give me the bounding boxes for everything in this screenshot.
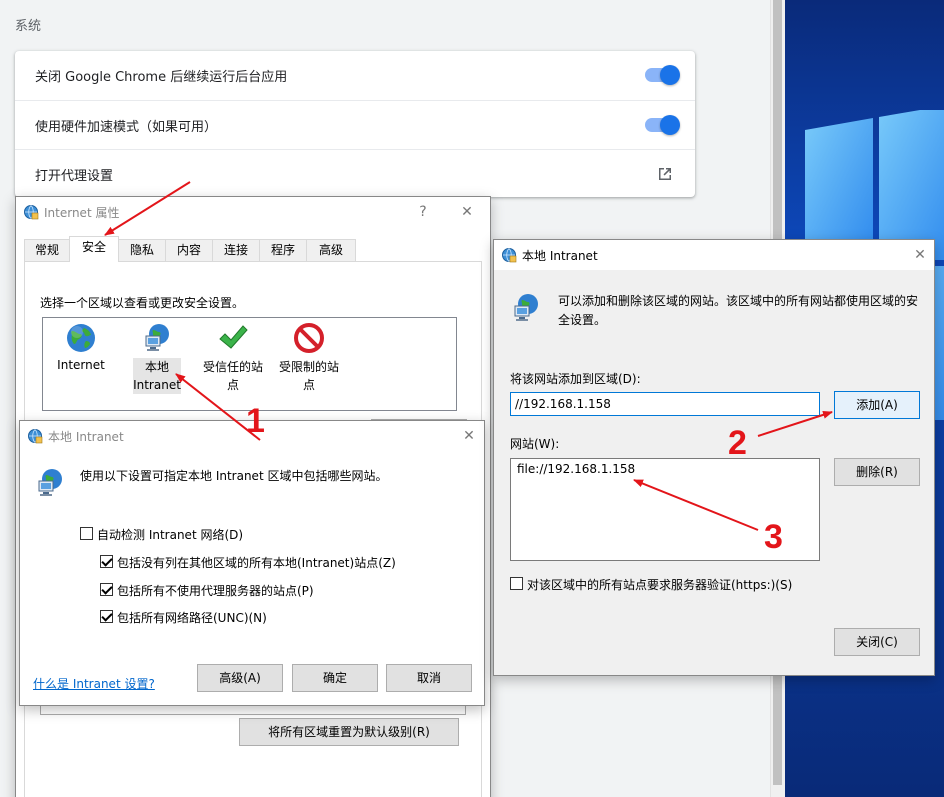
step-number-1: 1	[246, 402, 265, 440]
local-intranet-settings-dialog: 本地 Intranet ✕ 使用以下设置可指定本地 Intranet 区域中包括…	[19, 420, 485, 706]
zone-restricted-sites[interactable]: 受限制的站点	[271, 322, 347, 394]
include-local-sites-checkbox[interactable]	[100, 555, 113, 568]
zone-label: 受信任的站点	[202, 360, 263, 392]
toggle-knob	[660, 65, 680, 85]
add-site-label: 将该网站添加到区域(D):	[510, 372, 641, 386]
checkbox-label: 对该区域中的所有站点要求服务器验证(https:)(S)	[527, 578, 793, 592]
globe-icon	[67, 324, 95, 352]
intranet-icon	[38, 469, 62, 496]
checkbox-label: 包括所有不使用代理服务器的站点(P)	[117, 584, 314, 598]
zone-local-intranet[interactable]: 本地 Intranet	[119, 322, 195, 394]
external-link-icon[interactable]	[656, 165, 674, 183]
checkbox-label: 包括没有列在其他区域的所有本地(Intranet)站点(Z)	[117, 556, 396, 570]
intranet-help-link[interactable]: 什么是 Intranet 设置?	[33, 675, 155, 692]
background-apps-toggle[interactable]	[645, 65, 680, 85]
add-site-input[interactable]: //192.168.1.158	[510, 392, 820, 416]
internet-options-icon	[24, 205, 39, 220]
checkbox-label: 包括所有网络路径(UNC)(N)	[117, 611, 267, 625]
zone-label: 受限制的站点	[278, 360, 339, 392]
dialog-title: 本地 Intranet	[522, 249, 598, 263]
tab-content[interactable]: 内容	[165, 239, 213, 261]
reset-all-zones-button[interactable]: 将所有区域重置为默认级别(R)	[239, 718, 459, 746]
hardware-acceleration-toggle[interactable]	[645, 115, 680, 135]
local-intranet-sites-dialog: 本地 Intranet ✕ 可以添加和删除该区域的网站。该区域中的所有网站都使用…	[493, 239, 935, 676]
step-number-3: 3	[764, 518, 783, 556]
toggle-knob	[660, 115, 680, 135]
step-number-2: 2	[728, 424, 747, 462]
section-title: 系统	[15, 19, 42, 34]
remove-site-button[interactable]: 删除(R)	[834, 458, 920, 486]
ok-button[interactable]: 确定	[292, 664, 378, 692]
tab-security[interactable]: 安全	[69, 236, 119, 262]
include-bypass-proxy-checkbox[interactable]	[100, 583, 113, 596]
help-button[interactable]: ?	[413, 202, 433, 222]
zone-list: Internet 本地 Intranet 受信任的站点 受限制的站点	[42, 317, 457, 411]
advanced-button[interactable]: 高级(A)	[197, 664, 283, 692]
require-https-checkbox[interactable]	[510, 577, 523, 590]
checkmark-icon	[219, 325, 248, 349]
tab-connections[interactable]: 连接	[212, 239, 260, 261]
cancel-button[interactable]: 取消	[386, 664, 472, 692]
include-unc-paths-checkbox[interactable]	[100, 610, 113, 623]
tab-privacy[interactable]: 隐私	[118, 239, 166, 261]
dialog-title: Internet 属性	[44, 206, 120, 220]
setting-row-proxy[interactable]: 打开代理设置	[15, 149, 695, 198]
sites-label: 网站(W):	[510, 437, 560, 451]
close-dialog-button[interactable]: 关闭(C)	[834, 628, 920, 656]
setting-row-hardware-acceleration[interactable]: 使用硬件加速模式（如果可用）	[15, 100, 695, 149]
internet-options-icon	[28, 429, 43, 444]
dialog-description: 使用以下设置可指定本地 Intranet 区域中包括哪些网站。	[80, 469, 388, 483]
auto-detect-checkbox[interactable]	[80, 527, 93, 540]
titlebar: Internet 属性 ? ✕	[16, 197, 490, 227]
dialog-description: 可以添加和删除该区域的网站。该区域中的所有网站都使用区域的安全设置。	[558, 294, 919, 327]
tab-advanced[interactable]: 高级	[306, 239, 356, 261]
site-item[interactable]: file://192.168.1.158	[517, 462, 813, 476]
setting-label: 关闭 Google Chrome 后继续运行后台应用	[35, 70, 288, 85]
intranet-icon	[514, 294, 538, 321]
forbidden-icon	[294, 323, 324, 353]
zone-prompt: 选择一个区域以查看或更改安全设置。	[40, 296, 245, 310]
setting-label: 使用硬件加速模式（如果可用）	[35, 120, 218, 135]
internet-options-icon	[502, 248, 517, 263]
zone-label: Internet	[57, 358, 105, 372]
close-button[interactable]: ✕	[910, 245, 930, 265]
tab-programs[interactable]: 程序	[259, 239, 307, 261]
close-button[interactable]: ✕	[459, 426, 479, 446]
system-settings-card: 关闭 Google Chrome 后继续运行后台应用 使用硬件加速模式（如果可用…	[15, 51, 695, 197]
dialog-title: 本地 Intranet	[48, 430, 124, 444]
close-button[interactable]: ✕	[457, 202, 477, 222]
setting-row-background-apps[interactable]: 关闭 Google Chrome 后继续运行后台应用	[15, 51, 695, 100]
titlebar: 本地 Intranet ✕	[494, 240, 934, 270]
tab-general[interactable]: 常规	[24, 239, 70, 261]
setting-label: 打开代理设置	[35, 169, 114, 184]
zone-trusted-sites[interactable]: 受信任的站点	[195, 322, 271, 394]
checkbox-label: 自动检测 Intranet 网络(D)	[97, 528, 244, 542]
add-site-button[interactable]: 添加(A)	[834, 391, 920, 419]
zone-internet[interactable]: Internet	[43, 322, 119, 372]
intranet-icon	[145, 324, 169, 351]
zone-label: 本地 Intranet	[133, 358, 181, 394]
